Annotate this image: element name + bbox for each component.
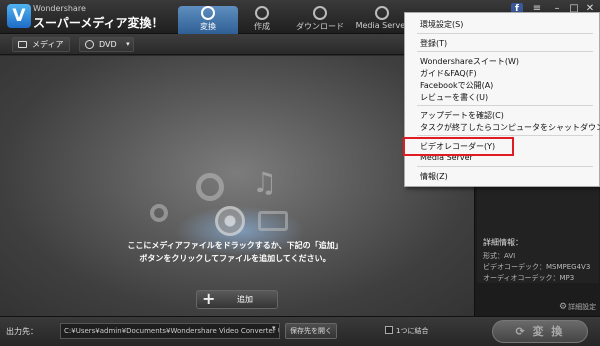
merge-checkbox[interactable]: 1つに結合 xyxy=(385,326,428,336)
gear-icon: ⚙ xyxy=(559,302,568,312)
convert-label: 変 換 xyxy=(532,325,565,338)
camera-icon xyxy=(150,204,168,222)
menu-item-register[interactable]: 登録(T) xyxy=(420,38,447,49)
tab-label: Media Server xyxy=(355,21,409,30)
add-label: 追加 xyxy=(237,295,253,304)
main-menu: 環境設定(S) 登録(T) Wondershareスイート(W) ガイド&FAQ… xyxy=(404,12,600,187)
app-title: スーパーメディア変換！ xyxy=(33,16,164,30)
highlight-annotation xyxy=(403,137,514,156)
video-codec-info: ビデオコーデック：MSMPEG4V3 xyxy=(483,263,591,271)
menu-separator xyxy=(417,51,593,52)
open-folder-button[interactable]: 保存先を開く xyxy=(285,323,337,339)
dvd-icon xyxy=(85,40,94,49)
menu-separator xyxy=(417,33,593,34)
disc-icon xyxy=(215,206,245,236)
format-info: 形式：AVI xyxy=(483,252,516,260)
brand-name: Wondershare xyxy=(33,4,86,13)
wifi-icon xyxy=(375,6,389,20)
chevron-down-icon[interactable]: ▾ xyxy=(126,38,130,51)
add-files-button[interactable]: + 追加 xyxy=(196,290,278,309)
media-icon xyxy=(18,41,27,48)
menu-item-shutdown[interactable]: タスクが終了したらコンピュータをシャットダウン(X) xyxy=(420,122,600,133)
disc-icon xyxy=(255,6,269,20)
tab-media-server[interactable]: Media Server xyxy=(352,6,412,34)
bottom-bar: 出力先： C:¥Users¥admin¥Documents¥Wondershar… xyxy=(0,316,600,346)
tab-label: ダウンロード xyxy=(296,22,344,31)
music-note-icon: ♫ xyxy=(252,166,278,199)
menu-item-check-update[interactable]: アップデートを確認(C) xyxy=(420,110,504,121)
drop-hint: ここにメディアファイルをドラックするか、下記の「追加」 ボタンをクリックしてファ… xyxy=(90,239,380,265)
settings-label: 詳細設定 xyxy=(568,303,597,311)
menu-item-preferences[interactable]: 環境設定(S) xyxy=(420,19,463,30)
media-label: メディア xyxy=(32,40,64,49)
refresh-icon: ⟳ xyxy=(515,325,533,338)
chevron-down-icon[interactable]: ▾ xyxy=(272,324,276,332)
menu-item-about[interactable]: 情報(Z) xyxy=(420,171,448,182)
hint-line: ここにメディアファイルをドラックするか、下記の「追加」 xyxy=(127,241,343,250)
film-reel-icon xyxy=(196,173,224,201)
dvd-label: DVD xyxy=(99,40,117,49)
drop-zone[interactable]: ♫ ここにメディアファイルをドラックするか、下記の「追加」 ボタンをクリックして… xyxy=(0,56,474,316)
tab-label: 作成 xyxy=(254,22,270,31)
tab-label: 変換 xyxy=(200,22,216,31)
plus-icon: + xyxy=(202,289,216,308)
menu-item-guide-faq[interactable]: ガイド&FAQ(F) xyxy=(420,68,477,79)
output-path-field[interactable]: C:¥Users¥admin¥Documents¥Wondershare Vid… xyxy=(60,323,280,339)
add-media-button[interactable]: メディア xyxy=(12,37,71,52)
convert-button[interactable]: ⟳ 変 換 xyxy=(492,320,588,343)
menu-separator xyxy=(417,135,593,136)
menu-item-facebook[interactable]: Facebookで公開(A) xyxy=(420,80,493,91)
tab-create[interactable]: 作成 xyxy=(232,6,292,34)
download-icon xyxy=(313,6,327,20)
hint-line: ボタンをクリックしてファイルを追加してください。 xyxy=(139,254,331,263)
app-logo: V xyxy=(7,4,31,28)
checkbox-box[interactable] xyxy=(385,326,393,334)
tab-download[interactable]: ダウンロード xyxy=(290,6,350,34)
menu-item-review[interactable]: レビューを書く(U) xyxy=(420,92,488,103)
advanced-settings-link[interactable]: ⚙詳細設定 xyxy=(559,302,596,312)
menu-separator xyxy=(417,105,593,106)
tab-convert[interactable]: 変換 xyxy=(178,6,238,34)
output-label: 出力先： xyxy=(6,327,38,336)
menu-separator xyxy=(417,166,593,167)
details-title: 詳細情報： xyxy=(483,238,523,247)
load-dvd-button[interactable]: DVD ▾ xyxy=(79,37,134,52)
video-icon xyxy=(258,211,288,231)
convert-icon xyxy=(201,6,215,20)
merge-label: 1つに結合 xyxy=(396,327,429,335)
audio-codec-info: オーディオコーデック：MP3 xyxy=(483,274,575,282)
menu-item-suite[interactable]: Wondershareスイート(W) xyxy=(420,56,519,67)
